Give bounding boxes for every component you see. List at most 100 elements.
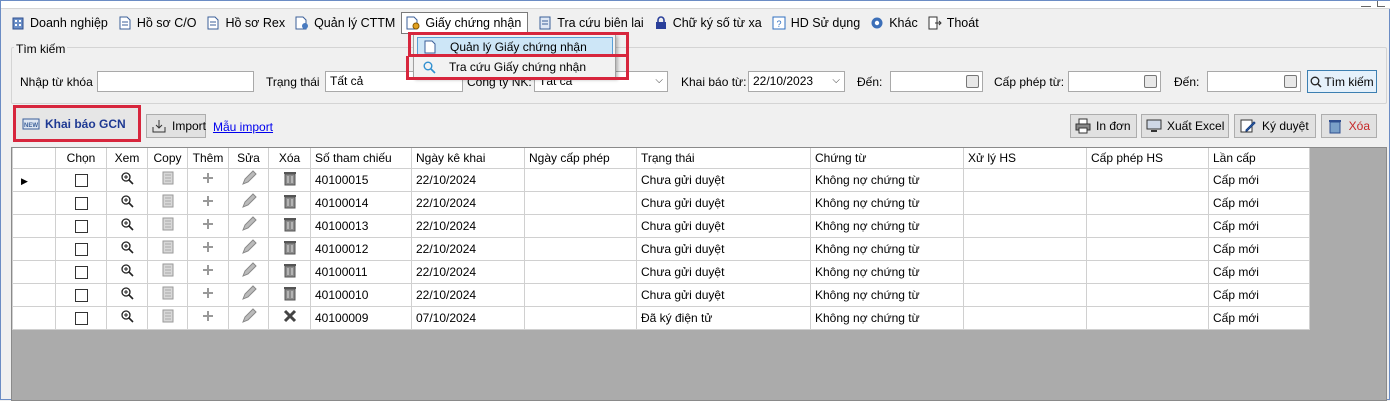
copy-icon[interactable] — [162, 217, 174, 234]
row-checkbox[interactable] — [74, 311, 88, 325]
pencil-icon[interactable] — [241, 285, 257, 304]
khai-bao-gcn-button[interactable]: NEW Khai báo GCN — [13, 105, 141, 142]
calendar-icon[interactable] — [1144, 75, 1157, 88]
copy-cell[interactable] — [147, 236, 188, 261]
table-row[interactable]: 40100010 22/10/2024 Chưa gửi duyệt Không nợ… — [12, 282, 1310, 307]
col-them[interactable]: Thêm — [187, 148, 229, 169]
add-cell[interactable] — [187, 282, 229, 307]
copy-icon[interactable] — [162, 240, 174, 257]
table-row[interactable]: 40100011 22/10/2024 Chưa gửi duyệt Không nợ… — [12, 259, 1310, 284]
delete-button[interactable]: Xóa — [1321, 114, 1377, 138]
view-cell[interactable] — [106, 213, 148, 238]
delete-cell[interactable] — [268, 213, 311, 238]
table-row[interactable]: 40100009 07/10/2024 Đã ký điện tử Không nợ … — [12, 305, 1310, 330]
pencil-icon[interactable] — [241, 262, 257, 281]
calendar-icon[interactable] — [1284, 75, 1297, 88]
export-excel-button[interactable]: Xuất Excel — [1141, 114, 1229, 138]
col-xem[interactable]: Xem — [106, 148, 148, 169]
edit-cell[interactable] — [228, 213, 269, 238]
menu-thoat[interactable]: Thoát — [924, 12, 985, 34]
plus-icon[interactable] — [202, 196, 214, 210]
declare-from-date[interactable]: 22/10/2023 ⌵ — [748, 71, 845, 92]
trash-icon[interactable] — [283, 241, 297, 258]
table-row[interactable]: 40100012 22/10/2024 Chưa gửi duyệt Không nợ… — [12, 236, 1310, 261]
plus-icon[interactable] — [202, 288, 214, 302]
dropdown-item-tra-cuu[interactable]: Tra cứu Giấy chứng nhận — [417, 57, 613, 77]
row-header[interactable] — [12, 305, 56, 330]
col-xu-ly-hs[interactable]: Xử lý HS — [963, 148, 1087, 169]
copy-icon[interactable] — [162, 263, 174, 280]
col-copy[interactable]: Copy — [147, 148, 188, 169]
dropdown-item-quan-ly[interactable]: Quản lý Giấy chứng nhận — [417, 37, 613, 57]
select-cell[interactable] — [55, 213, 107, 238]
row-header[interactable] — [12, 236, 56, 261]
copy-cell[interactable] — [147, 167, 188, 192]
pencil-icon[interactable] — [241, 193, 257, 212]
select-cell[interactable] — [55, 167, 107, 192]
delete-cell[interactable] — [268, 305, 311, 330]
plus-icon[interactable] — [202, 311, 214, 325]
zoom-icon[interactable] — [120, 241, 134, 257]
add-cell[interactable] — [187, 213, 229, 238]
copy-icon[interactable] — [162, 171, 174, 188]
trash-icon[interactable] — [283, 218, 297, 235]
table-row[interactable]: 40100013 22/10/2024 Chưa gửi duyệt Không nợ… — [12, 213, 1310, 238]
zoom-icon[interactable] — [120, 195, 134, 211]
col-sua[interactable]: Sửa — [228, 148, 269, 169]
col-chung-tu[interactable]: Chứng từ — [810, 148, 964, 169]
edit-cell[interactable] — [228, 259, 269, 284]
add-cell[interactable] — [187, 305, 229, 330]
row-header[interactable] — [12, 282, 56, 307]
search-button[interactable]: Tìm kiếm — [1307, 70, 1377, 93]
view-cell[interactable] — [106, 282, 148, 307]
row-checkbox[interactable] — [74, 219, 88, 233]
plus-icon[interactable] — [202, 242, 214, 256]
row-checkbox[interactable] — [74, 288, 88, 302]
zoom-icon[interactable] — [120, 287, 134, 303]
copy-icon[interactable] — [162, 309, 174, 326]
menu-khac[interactable]: Khác — [866, 12, 924, 34]
view-cell[interactable] — [106, 305, 148, 330]
edit-cell[interactable] — [228, 167, 269, 192]
view-cell[interactable] — [106, 236, 148, 261]
select-cell[interactable] — [55, 236, 107, 261]
select-cell[interactable] — [55, 259, 107, 284]
edit-cell[interactable] — [228, 305, 269, 330]
keyword-input[interactable] — [97, 71, 254, 92]
col-cap-phep-hs[interactable]: Cấp phép HS — [1086, 148, 1209, 169]
view-cell[interactable] — [106, 190, 148, 215]
pencil-icon[interactable] — [241, 308, 257, 327]
row-checkbox[interactable] — [74, 242, 88, 256]
table-row[interactable]: 40100014 22/10/2024 Chưa gửi duyệt Không nợ… — [12, 190, 1310, 215]
menu-giay-chung-nhan[interactable]: Giấy chứng nhận — [401, 12, 529, 34]
pencil-icon[interactable] — [241, 216, 257, 235]
row-checkbox[interactable] — [74, 265, 88, 279]
table-row[interactable]: ▶ 40100015 22/10/2024 Chưa gửi duyệt Không n… — [12, 167, 1310, 192]
copy-cell[interactable] — [147, 259, 188, 284]
menu-ho-so-co[interactable]: Hồ sơ C/O — [114, 12, 203, 34]
import-button[interactable]: Import — [146, 114, 206, 138]
delete-cell[interactable] — [268, 236, 311, 261]
col-lan-cap[interactable]: Lần cấp — [1208, 148, 1310, 169]
template-link[interactable]: Mẫu import — [213, 120, 273, 134]
permit-to-date[interactable] — [1207, 71, 1301, 92]
trash-icon[interactable] — [283, 195, 297, 212]
copy-cell[interactable] — [147, 282, 188, 307]
to-date[interactable] — [890, 71, 983, 92]
print-button[interactable]: In đơn — [1070, 114, 1137, 138]
pencil-icon[interactable] — [241, 170, 257, 189]
select-cell[interactable] — [55, 190, 107, 215]
edit-cell[interactable] — [228, 236, 269, 261]
trash-icon[interactable] — [283, 264, 297, 281]
view-cell[interactable] — [106, 167, 148, 192]
add-cell[interactable] — [187, 190, 229, 215]
plus-icon[interactable] — [202, 265, 214, 279]
col-ngay-cap-phep[interactable]: Ngày cấp phép — [524, 148, 637, 169]
delete-cell[interactable] — [268, 282, 311, 307]
menu-ho-so-rex[interactable]: Hồ sơ Rex — [202, 12, 291, 34]
copy-cell[interactable] — [147, 190, 188, 215]
plus-icon[interactable] — [202, 219, 214, 233]
zoom-icon[interactable] — [120, 218, 134, 234]
copy-icon[interactable] — [162, 286, 174, 303]
col-so-tham-chieu[interactable]: Số tham chiếu — [310, 148, 412, 169]
